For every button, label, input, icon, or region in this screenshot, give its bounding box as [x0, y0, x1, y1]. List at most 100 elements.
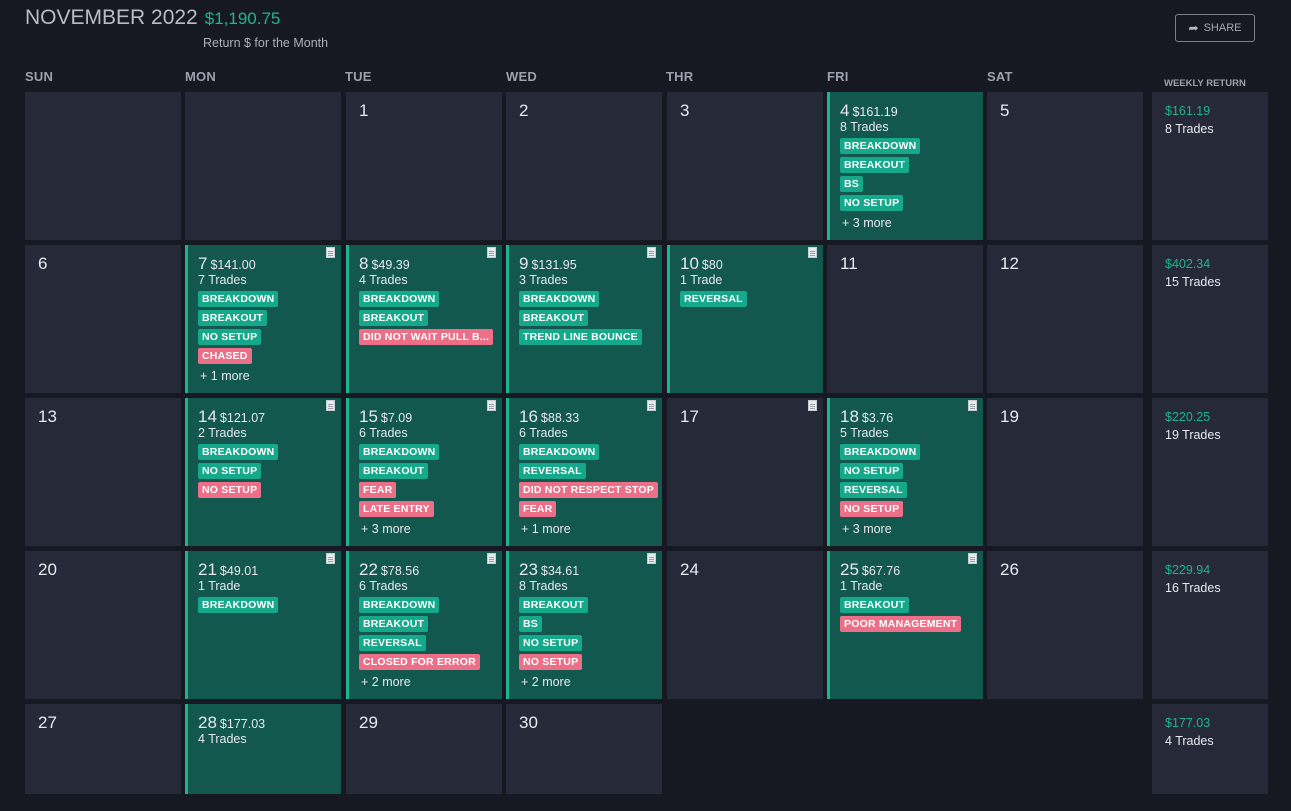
- calendar-day-with-trades[interactable]: 18 $3.76 5 Trades BREAKDOWN NO SETUP REVERSAL…: [827, 398, 983, 546]
- setup-tag[interactable]: BS: [840, 176, 863, 192]
- calendar-day-with-trades[interactable]: 16 $88.33 6 Trades BREAKDOWN REVERSAL DID NOT…: [506, 398, 662, 546]
- day-number-text: 15: [359, 407, 378, 426]
- setup-tag[interactable]: BREAKOUT: [359, 463, 429, 479]
- day-number-text: 11: [840, 254, 858, 273]
- note-icon[interactable]: [647, 400, 656, 411]
- note-icon[interactable]: [326, 553, 335, 564]
- setup-tag[interactable]: BREAKOUT: [198, 310, 268, 326]
- setup-tag[interactable]: REVERSAL: [359, 635, 426, 651]
- setup-tag[interactable]: NO SETUP: [198, 463, 262, 479]
- setup-tag[interactable]: BREAKDOWN: [519, 291, 600, 307]
- setup-tag[interactable]: BREAKDOWN: [198, 597, 279, 613]
- calendar-day-with-trades[interactable]: 14 $121.07 2 Trades BREAKDOWN NO SETUP NO SET…: [185, 398, 341, 546]
- note-icon[interactable]: [326, 400, 335, 411]
- share-button[interactable]: ➦ SHARE: [1175, 14, 1255, 42]
- mistake-tag[interactable]: POOR MANAGEMENT: [840, 616, 962, 632]
- mistake-tag[interactable]: CLOSED FOR ERROR: [359, 654, 480, 670]
- day-number-text: 2: [519, 101, 529, 120]
- day-number: 14 $121.07: [198, 407, 265, 427]
- note-icon[interactable]: [808, 400, 817, 411]
- mistake-tag[interactable]: DID NOT RESPECT STOP: [519, 482, 658, 498]
- calendar-day[interactable]: 13: [25, 398, 181, 546]
- calendar-day[interactable]: 19: [987, 398, 1143, 546]
- calendar-day[interactable]: 3: [667, 92, 823, 240]
- note-icon[interactable]: [968, 553, 977, 564]
- setup-tag[interactable]: BREAKDOWN: [519, 444, 600, 460]
- more-tags-link[interactable]: + 2 more: [521, 675, 571, 689]
- calendar-day[interactable]: 2: [506, 92, 662, 240]
- calendar-day-with-trades[interactable]: 28 $177.03 4 Trades: [185, 704, 341, 794]
- calendar-day-with-trades[interactable]: 4 $161.19 8 Trades BREAKDOWN BREAKOUT BS NO SE…: [827, 92, 983, 240]
- setup-tag[interactable]: BREAKDOWN: [359, 444, 440, 460]
- note-icon[interactable]: [647, 553, 656, 564]
- setup-tag[interactable]: BREAKDOWN: [840, 138, 921, 154]
- setup-tag[interactable]: BREAKDOWN: [198, 291, 279, 307]
- more-tags-link[interactable]: + 2 more: [361, 675, 411, 689]
- day-number: 15 $7.09: [359, 407, 412, 427]
- calendar-day-with-trades[interactable]: 21 $49.01 1 Trade BREAKDOWN: [185, 551, 341, 699]
- setup-tag[interactable]: BREAKOUT: [359, 616, 429, 632]
- mistake-tag[interactable]: DID NOT WAIT PULL B...: [359, 329, 494, 345]
- calendar-day[interactable]: 17: [667, 398, 823, 546]
- setup-tag[interactable]: BREAKOUT: [359, 310, 429, 326]
- calendar-day[interactable]: 26: [987, 551, 1143, 699]
- note-icon[interactable]: [487, 400, 496, 411]
- calendar-day[interactable]: 12: [987, 245, 1143, 393]
- setup-tag[interactable]: BREAKOUT: [519, 310, 589, 326]
- calendar-day-with-trades[interactable]: 9 $131.95 3 Trades BREAKDOWN BREAKOUT TREND L…: [506, 245, 662, 393]
- calendar-day[interactable]: 24: [667, 551, 823, 699]
- calendar-day[interactable]: 29: [346, 704, 502, 794]
- setup-tag[interactable]: BS: [519, 616, 542, 632]
- setup-tag[interactable]: BREAKOUT: [840, 157, 910, 173]
- calendar-day[interactable]: 27: [25, 704, 181, 794]
- mistake-tag[interactable]: NO SETUP: [198, 482, 262, 498]
- setup-tag[interactable]: NO SETUP: [840, 463, 904, 479]
- more-tags-link[interactable]: + 3 more: [361, 522, 411, 536]
- mistake-tag[interactable]: FEAR: [359, 482, 397, 498]
- calendar-day[interactable]: 5: [987, 92, 1143, 240]
- calendar-day-with-trades[interactable]: 25 $67.76 1 Trade BREAKOUT POOR MANAGEMENT: [827, 551, 983, 699]
- setup-tag[interactable]: NO SETUP: [519, 635, 583, 651]
- calendar-day-with-trades[interactable]: 22 $78.56 6 Trades BREAKDOWN BREAKOUT REVERSA…: [346, 551, 502, 699]
- note-icon[interactable]: [487, 247, 496, 258]
- setup-tag[interactable]: BREAKDOWN: [198, 444, 279, 460]
- calendar-day-with-trades[interactable]: 15 $7.09 6 Trades BREAKDOWN BREAKOUT FEAR LATE…: [346, 398, 502, 546]
- setup-tag[interactable]: BREAKDOWN: [840, 444, 921, 460]
- setup-tag[interactable]: BREAKOUT: [840, 597, 910, 613]
- mistake-tag[interactable]: LATE ENTRY: [359, 501, 434, 517]
- setup-tag[interactable]: NO SETUP: [840, 195, 904, 211]
- calendar-day[interactable]: 30: [506, 704, 662, 794]
- setup-tag[interactable]: REVERSAL: [519, 463, 586, 479]
- setup-tag[interactable]: NO SETUP: [198, 329, 262, 345]
- setup-tag[interactable]: TREND LINE BOUNCE: [519, 329, 642, 345]
- note-icon[interactable]: [487, 553, 496, 564]
- more-tags-link[interactable]: + 1 more: [521, 522, 571, 536]
- calendar-day[interactable]: 11: [827, 245, 983, 393]
- calendar-day-with-trades[interactable]: 7 $141.00 7 Trades BREAKDOWN BREAKOUT NO SETU…: [185, 245, 341, 393]
- more-tags-link[interactable]: + 1 more: [200, 369, 250, 383]
- calendar-day[interactable]: 20: [25, 551, 181, 699]
- setup-tag[interactable]: REVERSAL: [840, 482, 907, 498]
- mistake-tag[interactable]: FEAR: [519, 501, 557, 517]
- calendar-day-with-trades[interactable]: 8 $49.39 4 Trades BREAKDOWN BREAKOUT DID NOT …: [346, 245, 502, 393]
- weekly-trade-count: 16 Trades: [1165, 581, 1221, 595]
- calendar-day-with-trades[interactable]: 10 $80 1 Trade REVERSAL: [667, 245, 823, 393]
- setup-tag[interactable]: BREAKDOWN: [359, 291, 440, 307]
- note-icon[interactable]: [647, 247, 656, 258]
- more-tags-link[interactable]: + 3 more: [842, 216, 892, 230]
- calendar-day[interactable]: 1: [346, 92, 502, 240]
- mistake-tag[interactable]: CHASED: [198, 348, 252, 364]
- mistake-tag[interactable]: NO SETUP: [519, 654, 583, 670]
- more-tags-link[interactable]: + 3 more: [842, 522, 892, 536]
- setup-tag[interactable]: BREAKOUT: [519, 597, 589, 613]
- calendar-day[interactable]: 6: [25, 245, 181, 393]
- setup-tag[interactable]: BREAKDOWN: [359, 597, 440, 613]
- calendar-day-with-trades[interactable]: 23 $34.61 8 Trades BREAKOUT BS NO SETUP NO SET…: [506, 551, 662, 699]
- mistake-tag[interactable]: NO SETUP: [840, 501, 904, 517]
- setup-tag[interactable]: REVERSAL: [680, 291, 747, 307]
- weekly-trade-count: 8 Trades: [1165, 122, 1214, 136]
- note-icon[interactable]: [808, 247, 817, 258]
- note-icon[interactable]: [326, 247, 335, 258]
- note-icon[interactable]: [968, 400, 977, 411]
- day-number: 13: [38, 407, 57, 427]
